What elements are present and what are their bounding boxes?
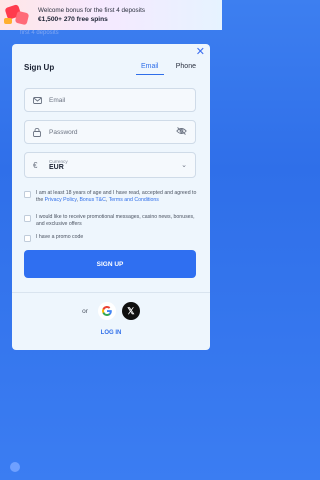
signup-tabs: Email Phone (135, 63, 196, 75)
or-label: or (82, 307, 88, 315)
promo-code-row: I have a promo code (24, 234, 198, 242)
email-field[interactable]: Email (24, 88, 196, 112)
tab-email[interactable]: Email (135, 63, 164, 75)
promo-messages-row: I would like to receive promotional mess… (24, 214, 198, 227)
banner-line-1: Welcome bonus for the first 4 deposits (38, 7, 145, 14)
email-placeholder: Email (49, 96, 66, 104)
promo-code-text: I have a promo code (36, 234, 84, 240)
terms-link[interactable]: Terms and Conditions (109, 197, 159, 203)
close-icon[interactable]: ✕ (196, 47, 205, 58)
social-login: or 𝕏 (12, 302, 210, 320)
password-field[interactable]: Password (24, 120, 196, 144)
age-terms-checkbox[interactable] (24, 191, 31, 198)
age-terms-text: I am at least 18 years of age and I have… (36, 190, 197, 203)
divider (12, 292, 210, 293)
eye-off-icon[interactable] (176, 127, 187, 137)
google-icon[interactable] (97, 302, 116, 320)
euro-icon: € (33, 160, 38, 170)
signup-modal: ✕ Sign Up Email Phone Email Password € C… (12, 44, 210, 350)
chevron-down-icon: ⌄ (181, 162, 187, 169)
age-terms-checkbox-row: I am at least 18 years of age and I have… (24, 190, 198, 203)
promo-messages-text: I would like to receive promotional mess… (36, 214, 195, 227)
mail-icon (33, 96, 43, 104)
background-text: first 4 deposits (20, 30, 59, 36)
modal-title: Sign Up (24, 63, 55, 72)
tab-phone[interactable]: Phone (176, 63, 196, 75)
banner-line-2: €1,500+ 270 free spins (38, 16, 108, 23)
promo-messages-checkbox[interactable] (24, 215, 31, 222)
bonus-tc-link[interactable]: Bonus T&C (79, 197, 105, 203)
promo-banner[interactable]: Welcome bonus for the first 4 deposits €… (0, 0, 222, 30)
privacy-policy-link[interactable]: Privacy Policy (45, 197, 77, 203)
x-icon[interactable]: 𝕏 (121, 302, 140, 320)
gift-icon (0, 0, 38, 30)
signup-button[interactable]: SIGN UP (24, 250, 196, 278)
currency-select[interactable]: € Currency EUR ⌄ (24, 152, 196, 178)
login-link[interactable]: LOG IN (12, 330, 210, 336)
currency-value: EUR (49, 164, 64, 171)
lock-icon (33, 127, 43, 137)
promo-code-checkbox[interactable] (24, 235, 31, 242)
chat-icon[interactable] (10, 462, 20, 472)
password-placeholder: Password (49, 128, 78, 136)
